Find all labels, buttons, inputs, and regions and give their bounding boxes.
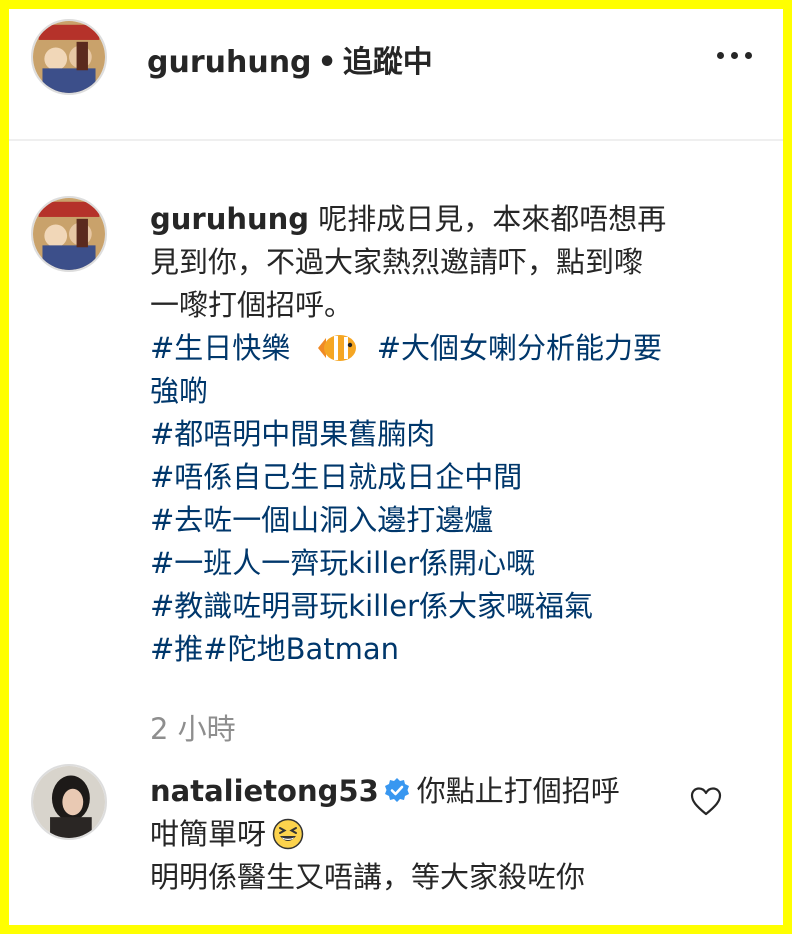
post-timestamp[interactable]: 2 小時: [150, 706, 236, 748]
hashtag-link[interactable]: #大個女喇分析能力要: [377, 331, 662, 365]
post-caption: guruhung 呢排成日見，本來都唔想再 見到你，不過大家熱烈邀請吓，點到嚟 …: [150, 198, 730, 671]
header-separator: •: [317, 45, 337, 80]
tropical-fish-icon: [317, 335, 356, 361]
caption-text: 呢排成日見，本來都唔想再: [318, 202, 667, 236]
caption-line: 見到你，不過大家熱烈邀請吓，點到嚟: [150, 245, 644, 279]
heart-outline-icon[interactable]: [690, 786, 722, 816]
comment-text: 你點止打個招呼: [416, 774, 620, 808]
grinning-squinting-face-icon: [272, 818, 304, 850]
caption-username[interactable]: guruhung: [150, 202, 309, 236]
hashtag-link[interactable]: #一班人一齊玩killer係開心嘅: [150, 542, 730, 585]
hashtag-link[interactable]: #教識咗明哥玩killer係大家嘅福氣: [150, 585, 730, 628]
caption-line: 一嚟打個招呼。: [150, 288, 354, 322]
commenter-avatar[interactable]: [31, 764, 107, 840]
comment-line: 明明係醫生又唔講，等大家殺咗你: [150, 860, 586, 894]
header-username[interactable]: guruhung: [147, 45, 312, 80]
hashtag-link[interactable]: #都唔明中間果舊腩肉: [150, 413, 730, 456]
comment-text: 咁簡單呀: [150, 817, 267, 851]
hashtag-link[interactable]: #推#陀地Batman: [150, 628, 730, 671]
hashtag-link[interactable]: #生日快樂: [150, 331, 290, 365]
comment-username[interactable]: natalietong53: [150, 774, 379, 808]
hashtag-line: #生日快樂 #大個女喇分析能力要: [150, 327, 730, 370]
comment: natalietong53 你點止打個招呼 咁簡單呀 明明係醫生又唔講，等大家殺…: [150, 770, 670, 899]
follow-status[interactable]: 追蹤中: [343, 45, 433, 80]
caption-line: guruhung 呢排成日見，本來都唔想再: [150, 198, 730, 241]
guruhung-avatar[interactable]: [31, 19, 107, 95]
verified-badge-icon: [384, 778, 409, 802]
hashtag-link[interactable]: #去咗一個山洞入邊打邊爐: [150, 499, 730, 542]
caption-avatar[interactable]: [31, 196, 107, 272]
hashtag-link[interactable]: #唔係自己生日就成日企中間: [150, 456, 730, 499]
comment-line: 咁簡單呀: [150, 813, 670, 856]
more-options-icon[interactable]: [709, 35, 759, 75]
comment-line: natalietong53 你點止打個招呼: [150, 770, 670, 813]
header-title: guruhung • 追蹤中: [147, 37, 433, 81]
post-header: guruhung • 追蹤中: [9, 9, 783, 141]
hashtag-link-continued[interactable]: 強啲: [150, 370, 730, 413]
